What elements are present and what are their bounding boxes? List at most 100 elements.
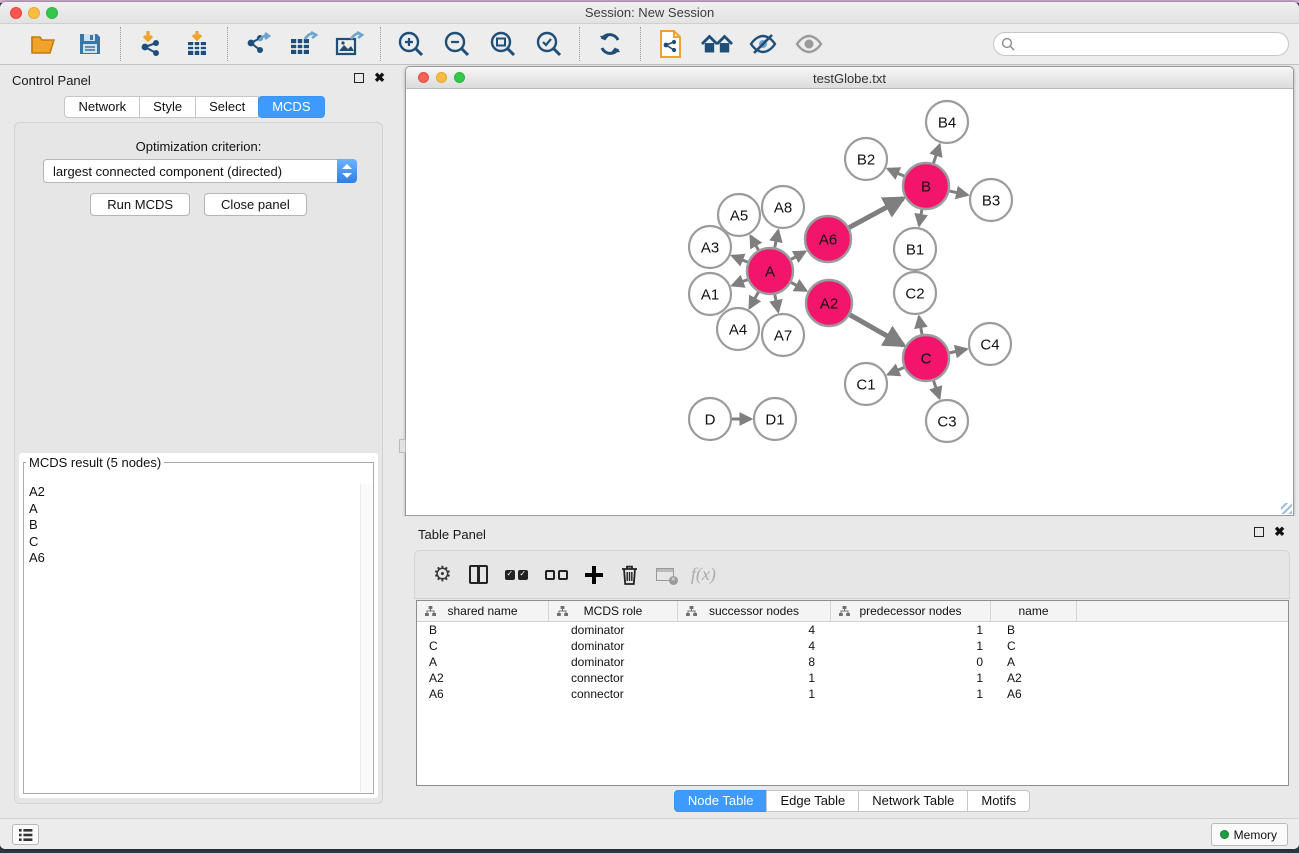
- column-header-predecessor-nodes[interactable]: predecessor nodes: [831, 601, 991, 621]
- edge-B-B4[interactable]: [933, 145, 939, 163]
- select-all-icon[interactable]: [505, 570, 528, 580]
- combo-stepper-icon[interactable]: [337, 159, 357, 183]
- zoom-out-icon[interactable]: [441, 28, 473, 60]
- close-panel-button[interactable]: Close panel: [204, 193, 307, 216]
- edge-A-A3[interactable]: [732, 256, 747, 262]
- edge-A-A1[interactable]: [732, 280, 747, 286]
- tab-style[interactable]: Style: [139, 96, 196, 118]
- edge-C-C3[interactable]: [934, 381, 940, 398]
- zoom-in-icon[interactable]: [395, 28, 427, 60]
- column-header-MCDS-role[interactable]: MCDS role: [549, 601, 678, 621]
- float-panel-icon[interactable]: [354, 73, 364, 83]
- column-header-shared-name[interactable]: shared name: [417, 601, 549, 621]
- table-row[interactable]: Bdominator41B: [417, 622, 1288, 638]
- panel-splitter-handle[interactable]: [399, 439, 406, 453]
- edge-C-C4[interactable]: [949, 349, 966, 353]
- node-A7[interactable]: A7: [762, 314, 804, 356]
- add-column-icon[interactable]: [585, 566, 603, 584]
- edge-A-A4[interactable]: [750, 292, 759, 308]
- table-row[interactable]: Cdominator41C: [417, 638, 1288, 654]
- tab-network[interactable]: Network: [64, 96, 140, 118]
- node-C3[interactable]: C3: [926, 400, 968, 442]
- open-session-icon[interactable]: [28, 28, 60, 60]
- delete-icon[interactable]: [620, 564, 639, 586]
- tab-node-table[interactable]: Node Table: [674, 790, 768, 812]
- tab-select[interactable]: Select: [195, 96, 259, 118]
- tab-edge-table[interactable]: Edge Table: [766, 790, 859, 812]
- resize-grip-icon[interactable]: [1281, 503, 1292, 514]
- hide-panels-icon[interactable]: [747, 28, 779, 60]
- edge-A-A5[interactable]: [751, 236, 759, 250]
- table-row[interactable]: A2connector11A2: [417, 670, 1288, 686]
- table-row[interactable]: A6connector11A6: [417, 686, 1288, 702]
- edge-A-A7[interactable]: [775, 295, 778, 312]
- node-A2[interactable]: A2: [806, 280, 852, 326]
- delete-table-icon[interactable]: [656, 568, 674, 581]
- node-B[interactable]: B: [903, 163, 949, 209]
- optimization-criterion-select[interactable]: largest connected component (directed): [43, 159, 357, 183]
- node-A6[interactable]: A6: [805, 216, 851, 262]
- result-item[interactable]: A2: [25, 484, 360, 501]
- result-scrollbar[interactable]: [360, 484, 372, 792]
- save-session-icon[interactable]: [74, 28, 106, 60]
- zoom-fit-icon[interactable]: [487, 28, 519, 60]
- node-A[interactable]: A: [747, 248, 793, 294]
- result-item[interactable]: A: [25, 501, 360, 518]
- export-network-icon[interactable]: [242, 28, 274, 60]
- node-A4[interactable]: A4: [717, 308, 759, 350]
- node-C[interactable]: C: [903, 335, 949, 381]
- import-table-icon[interactable]: [181, 28, 213, 60]
- deselect-all-icon[interactable]: [545, 570, 568, 580]
- node-C1[interactable]: C1: [845, 363, 887, 405]
- memory-button[interactable]: Memory: [1211, 823, 1288, 846]
- table-row[interactable]: Adominator80A: [417, 654, 1288, 670]
- column-icon[interactable]: [469, 565, 488, 584]
- result-item[interactable]: A6: [25, 550, 360, 567]
- gear-icon[interactable]: ⚙: [433, 562, 452, 587]
- node-A8[interactable]: A8: [762, 186, 804, 228]
- node-B3[interactable]: B3: [970, 179, 1012, 221]
- window-titlebar[interactable]: Session: New Session: [0, 2, 1299, 24]
- node-B2[interactable]: B2: [845, 138, 887, 180]
- node-C2[interactable]: C2: [894, 272, 936, 314]
- close-table-panel-icon[interactable]: ✖: [1274, 527, 1285, 537]
- edge-B-B3[interactable]: [949, 191, 967, 195]
- close-panel-icon[interactable]: ✖: [374, 73, 385, 83]
- node-D[interactable]: D: [689, 398, 731, 440]
- show-panel-icon[interactable]: [793, 28, 825, 60]
- export-image-icon[interactable]: [334, 28, 366, 60]
- clone-network-icon[interactable]: [655, 28, 687, 60]
- result-item[interactable]: B: [25, 517, 360, 534]
- tab-mcds[interactable]: MCDS: [258, 96, 324, 118]
- search-input[interactable]: [993, 32, 1289, 56]
- result-item[interactable]: C: [25, 534, 360, 551]
- edge-A-A8[interactable]: [775, 231, 778, 248]
- edge-A-A2[interactable]: [791, 282, 806, 290]
- import-network-icon[interactable]: [135, 28, 167, 60]
- edge-B-B2[interactable]: [888, 169, 904, 176]
- node-C4[interactable]: C4: [969, 323, 1011, 365]
- run-mcds-button[interactable]: Run MCDS: [90, 193, 190, 216]
- node-A3[interactable]: A3: [689, 226, 731, 268]
- function-icon[interactable]: f(x): [691, 564, 716, 585]
- edge-A2-C[interactable]: [850, 315, 904, 345]
- refresh-icon[interactable]: [594, 28, 626, 60]
- edge-B-B1[interactable]: [919, 210, 922, 226]
- home-icon[interactable]: [701, 28, 733, 60]
- tab-motifs[interactable]: Motifs: [967, 790, 1030, 812]
- edge-C-C1[interactable]: [888, 368, 904, 375]
- export-table-icon[interactable]: [288, 28, 320, 60]
- zoom-selected-icon[interactable]: [533, 28, 565, 60]
- column-header-successor-nodes[interactable]: successor nodes: [678, 601, 831, 621]
- node-A1[interactable]: A1: [689, 273, 731, 315]
- edge-A6-B[interactable]: [849, 198, 903, 227]
- tab-network-table[interactable]: Network Table: [858, 790, 968, 812]
- column-header-name[interactable]: name: [991, 601, 1077, 621]
- node-B4[interactable]: B4: [926, 101, 968, 143]
- edge-C-C2[interactable]: [919, 317, 922, 335]
- edge-A-A6[interactable]: [791, 252, 805, 260]
- network-canvas[interactable]: B4B2BB3A8A5A6A3B1AA1C2A2A4A7C4CC1DD1C3: [406, 89, 1293, 515]
- node-D1[interactable]: D1: [754, 398, 796, 440]
- network-window-titlebar[interactable]: testGlobe.txt: [406, 67, 1293, 89]
- float-table-panel-icon[interactable]: [1254, 527, 1264, 537]
